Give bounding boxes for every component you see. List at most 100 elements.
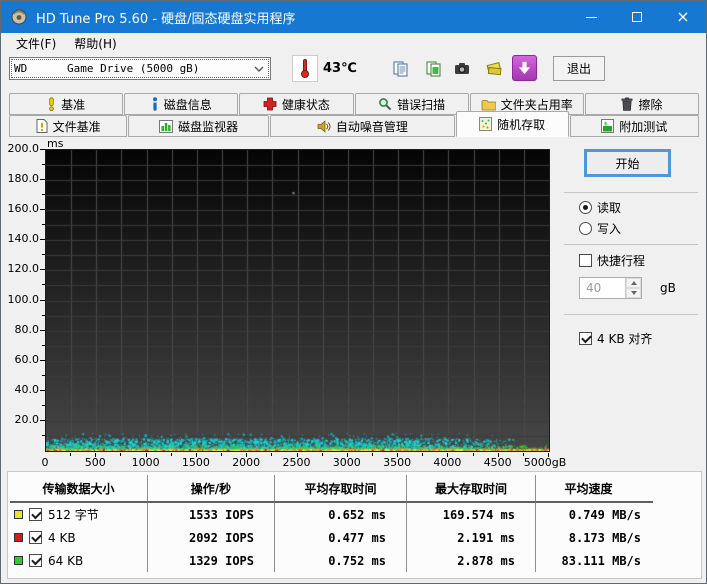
x-axis-tick xyxy=(246,453,248,457)
window-title: HD Tune Pro 5.60 - 硬盘/固态硬盘实用程序 xyxy=(36,11,296,27)
ops-cell: 1533 IOPS xyxy=(148,503,275,526)
tab-file-benchmark[interactable]: 文件基准 xyxy=(9,115,128,137)
x-axis-tick xyxy=(195,453,197,457)
extra-tests-icon xyxy=(601,119,615,133)
temperature-button[interactable] xyxy=(292,55,318,82)
spin-up-button[interactable] xyxy=(626,278,641,288)
tab-label: 磁盘信息 xyxy=(163,97,212,112)
x-axis-tick xyxy=(145,453,147,457)
drive-selector[interactable]: WD Game Drive (5000 gB) xyxy=(9,57,271,80)
menu-file[interactable]: 文件(F) xyxy=(7,33,65,54)
thermometer-icon xyxy=(301,59,309,78)
tab-benchmark[interactable]: 基准 xyxy=(9,93,124,115)
max-time-cell: 2.191 ms xyxy=(407,526,536,549)
y-axis-label: 60.0 xyxy=(14,352,40,366)
size-label: 64 KB xyxy=(48,553,84,568)
maximize-button[interactable] xyxy=(614,1,660,33)
write-radio[interactable]: 写入 xyxy=(579,220,621,237)
divider xyxy=(564,314,698,315)
ops-cell: 1329 IOPS xyxy=(148,549,275,572)
camera-icon xyxy=(455,63,469,74)
tab-health[interactable]: 健康状态 xyxy=(239,93,354,115)
column-header: 平均速度 xyxy=(536,475,653,503)
download-arrow-icon xyxy=(518,61,531,75)
disk-info-icon xyxy=(152,97,157,111)
tab-extra-tests[interactable]: 附加测试 xyxy=(569,115,699,137)
tab-label: 随机存取 xyxy=(497,117,546,132)
tab-aam[interactable]: 自动噪音管理 xyxy=(269,115,455,137)
checkbox-unchecked-icon xyxy=(579,254,592,267)
copy-text-button[interactable] xyxy=(387,55,415,82)
start-button[interactable]: 开始 xyxy=(584,149,671,177)
random-access-page: ms 20.0 40.0 60.0 80.0 100.0 120.0 140.0 160.0 1… xyxy=(1,137,706,471)
size-label: 4 KB xyxy=(48,530,76,545)
align-checkbox-label: 4 KB 对齐 xyxy=(597,332,653,346)
exit-button[interactable]: 退出 xyxy=(553,56,605,81)
tab-error-scan[interactable]: 错误扫描 xyxy=(354,93,469,115)
minimize-button[interactable] xyxy=(568,1,614,33)
temperature-value: 43℃ xyxy=(323,61,357,76)
tab-row-1: 基准 磁盘信息 健康状态 错误扫描 文件夹占用率 擦除 xyxy=(9,93,700,115)
random-access-icon xyxy=(479,117,493,131)
erase-icon xyxy=(621,97,633,111)
column-header: 最大存取时间 xyxy=(407,475,536,503)
short-stroke-checkbox[interactable]: 快捷行程 xyxy=(579,252,645,269)
hdtune-window: HD Tune Pro 5.60 - 硬盘/固态硬盘实用程序 × 文件(F) 帮… xyxy=(0,0,707,584)
column-header: 操作/秒 xyxy=(148,475,275,503)
error-scan-icon xyxy=(379,98,392,111)
y-axis-label: 120.0 xyxy=(7,262,40,276)
tab-label: 错误扫描 xyxy=(397,97,446,112)
avg-time-cell: 0.652 ms xyxy=(275,503,407,526)
chart-plot-area xyxy=(45,149,550,452)
tab-disk-monitor[interactable]: 磁盘监视器 xyxy=(128,115,269,137)
y-axis-label: 40.0 xyxy=(14,382,40,396)
y-axis-label: 140.0 xyxy=(7,232,40,246)
x-axis-tick xyxy=(497,453,499,457)
tab-random-access[interactable]: 随机存取 xyxy=(455,111,569,137)
screenshot-button[interactable] xyxy=(448,55,476,82)
title-bar: HD Tune Pro 5.60 - 硬盘/固态硬盘实用程序 × xyxy=(1,1,706,33)
series-color-swatch xyxy=(14,533,23,542)
copy-image-button[interactable] xyxy=(420,55,448,82)
save-button[interactable] xyxy=(480,55,508,82)
disk-monitor-icon xyxy=(159,119,174,133)
short-stroke-size-input[interactable]: 40 xyxy=(579,277,642,299)
tab-label: 附加测试 xyxy=(619,119,668,134)
checkbox-checked-icon xyxy=(579,332,592,345)
row-checkbox[interactable] xyxy=(29,531,42,544)
copy-text-icon xyxy=(393,61,408,76)
tab-label: 自动噪音管理 xyxy=(335,119,408,134)
spin-down-button[interactable] xyxy=(626,288,641,298)
read-radio[interactable]: 读取 xyxy=(579,199,621,216)
row-checkbox[interactable] xyxy=(29,508,42,521)
x-axis-tick xyxy=(70,453,72,456)
x-axis-tick xyxy=(346,453,348,457)
close-button[interactable]: × xyxy=(660,1,706,33)
menu-help[interactable]: 帮助(H) xyxy=(65,33,125,54)
y-axis-label: 160.0 xyxy=(7,202,40,216)
copy-image-icon xyxy=(426,61,441,76)
tab-label: 擦除 xyxy=(638,97,663,112)
maximize-icon xyxy=(632,12,642,22)
x-axis-tick xyxy=(397,453,399,457)
row-checkbox[interactable] xyxy=(29,554,42,567)
tab-disk-info[interactable]: 磁盘信息 xyxy=(124,93,239,115)
table-row-size-cell: 4 KB xyxy=(10,526,148,549)
x-axis-tick xyxy=(321,453,323,456)
chevron-down-icon xyxy=(254,66,264,72)
results-table: 传输数据大小 操作/秒 平均存取时间 最大存取时间 平均速度 512 字节 15… xyxy=(10,475,653,572)
x-axis-tick xyxy=(296,453,298,457)
x-axis-tick xyxy=(170,453,172,456)
arrow-down-icon xyxy=(630,291,637,295)
x-axis-tick xyxy=(422,453,424,456)
minimize-icon xyxy=(585,16,597,18)
read-radio-label: 读取 xyxy=(597,201,622,215)
update-button[interactable] xyxy=(512,55,537,81)
tab-erase[interactable]: 擦除 xyxy=(584,93,700,115)
short-stroke-size-value: 40 xyxy=(586,281,602,295)
radio-checked-icon xyxy=(579,201,592,214)
avg-speed-cell: 0.749 MB/s xyxy=(568,507,641,522)
tab-label: 基准 xyxy=(61,97,86,112)
align-checkbox[interactable]: 4 KB 对齐 xyxy=(579,330,652,347)
max-time-cell: 2.878 ms xyxy=(407,549,536,572)
